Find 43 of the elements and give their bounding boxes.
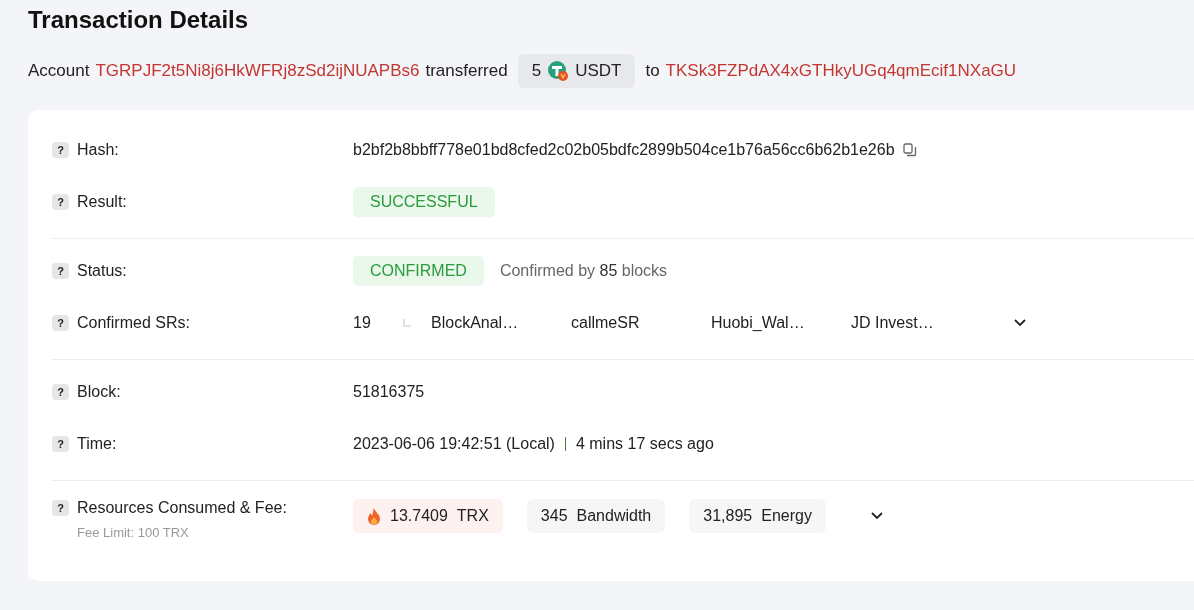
fee-limit-text: Fee Limit: 100 TRX: [77, 525, 190, 540]
block-number: 51816375: [353, 383, 425, 401]
result-badge: SUCCESSFUL: [353, 187, 495, 217]
sr-count: 19: [353, 314, 372, 332]
page-title: Transaction Details: [28, 5, 249, 35]
sr-link[interactable]: JD Invest…: [851, 314, 991, 332]
field-label: Result:: [77, 193, 127, 211]
field-label: Status:: [77, 262, 127, 280]
hash-value: b2bf2b8bbff778e01bd8cfed2c02b05bdfc2899b504ce1b76a56cc6b62b1e26b: [353, 141, 895, 159]
sr-link[interactable]: callmeSR: [571, 314, 711, 332]
chevron-icon[interactable]: [1013, 318, 1027, 328]
help-icon[interactable]: ?: [52, 384, 69, 400]
fee-chip: 13.7409 TRX: [353, 499, 503, 533]
field-label: Time:: [77, 435, 117, 453]
sr-link[interactable]: BlockAnal…: [431, 314, 571, 332]
summary-text: Account: [28, 61, 90, 81]
status-badge: CONFIRMED: [353, 256, 484, 286]
help-icon[interactable]: ?: [52, 142, 69, 158]
summary-text: to: [645, 61, 660, 81]
timestamp: 2023-06-06 19:42:51 (Local): [353, 435, 555, 453]
account-link[interactable]: TGRPJF2t5Ni8j6HkWFRj8zSd2ijNUAPBs6: [95, 61, 420, 81]
flame-icon: [367, 507, 381, 525]
sr-link[interactable]: Huobi_Wal…: [711, 314, 851, 332]
field-label: Resources Consumed & Fee:: [77, 499, 287, 517]
field-label: Block:: [77, 383, 121, 401]
token-icon: [547, 60, 570, 82]
confirmation-text: Confirmed by 85 blocks: [499, 262, 668, 280]
bandwidth-chip: 345 Bandwidth: [526, 499, 666, 533]
help-icon[interactable]: ?: [52, 500, 69, 516]
field-label: Hash:: [77, 141, 119, 159]
help-icon[interactable]: ?: [52, 263, 69, 279]
copy-icon[interactable]: [902, 143, 917, 157]
age-text: 4 mins 17 secs ago: [575, 435, 714, 453]
summary-text: transferred: [425, 61, 508, 81]
help-icon[interactable]: ?: [52, 194, 69, 210]
help-icon[interactable]: ?: [52, 436, 69, 452]
help-icon[interactable]: ?: [52, 315, 69, 331]
branch-icon: [403, 319, 411, 327]
field-label: Confirmed SRs:: [77, 314, 190, 332]
account-link[interactable]: TKSk3FZPdAX4xGTHkyUGq4qmEcif1NXaGU: [665, 61, 1017, 81]
amount-chip: 5 USDT: [517, 54, 636, 88]
energy-chip: 31,895 Energy: [689, 499, 826, 533]
chevron-icon[interactable]: [869, 511, 884, 521]
